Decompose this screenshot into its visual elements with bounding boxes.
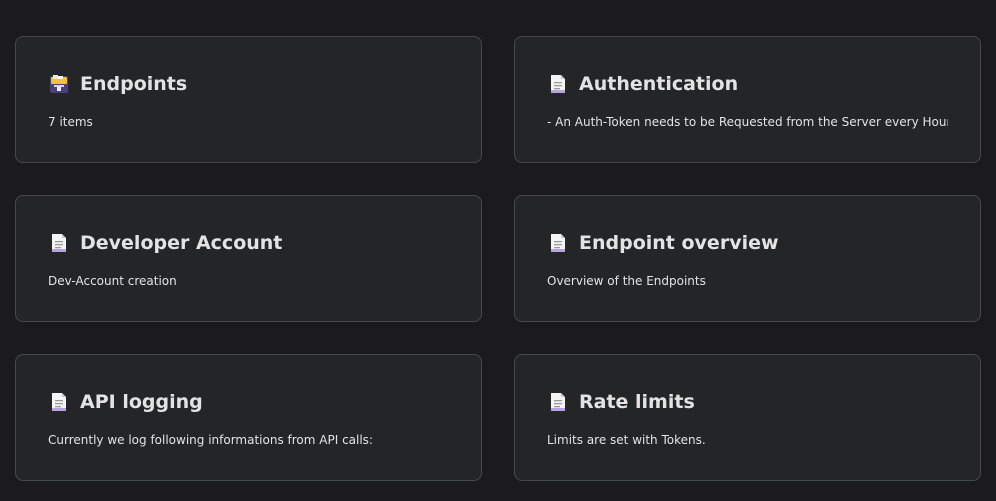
- card-endpoint-overview[interactable]: Endpoint overview Overview of the Endpoi…: [514, 195, 981, 322]
- card-description: Limits are set with Tokens.: [547, 433, 706, 447]
- card-description: 7 items: [48, 115, 93, 129]
- card-developer-account[interactable]: Developer Account Dev-Account creation: [15, 195, 482, 322]
- card-title-row: API logging: [48, 388, 449, 416]
- document-icon: [48, 391, 70, 413]
- card-title: Endpoint overview: [579, 232, 779, 254]
- card-title: Developer Account: [80, 232, 283, 254]
- card-title-row: Developer Account: [48, 229, 449, 257]
- card-title-row: Endpoints: [48, 70, 449, 98]
- card-description: Overview of the Endpoints: [547, 274, 706, 288]
- doc-card-grid: Endpoints 7 items Authentication - An Au…: [0, 0, 996, 501]
- card-title: Rate limits: [579, 391, 695, 413]
- card-title: Authentication: [579, 73, 739, 95]
- document-icon: [547, 73, 569, 95]
- document-icon: [48, 232, 70, 254]
- card-title: Endpoints: [80, 73, 188, 95]
- card-title: API logging: [80, 391, 203, 413]
- card-title-row: Authentication: [547, 70, 948, 98]
- file-box-icon: [48, 73, 70, 95]
- document-icon: [547, 391, 569, 413]
- card-endpoints[interactable]: Endpoints 7 items: [15, 36, 482, 163]
- card-title-row: Rate limits: [547, 388, 948, 416]
- document-icon: [547, 232, 569, 254]
- card-description: Dev-Account creation: [48, 274, 177, 288]
- card-api-logging[interactable]: API logging Currently we log following i…: [15, 354, 482, 481]
- card-title-row: Endpoint overview: [547, 229, 948, 257]
- card-authentication[interactable]: Authentication - An Auth-Token needs to …: [514, 36, 981, 163]
- card-description: Currently we log following informations …: [48, 433, 373, 447]
- card-description: - An Auth-Token needs to be Requested fr…: [547, 115, 948, 129]
- card-rate-limits[interactable]: Rate limits Limits are set with Tokens.: [514, 354, 981, 481]
